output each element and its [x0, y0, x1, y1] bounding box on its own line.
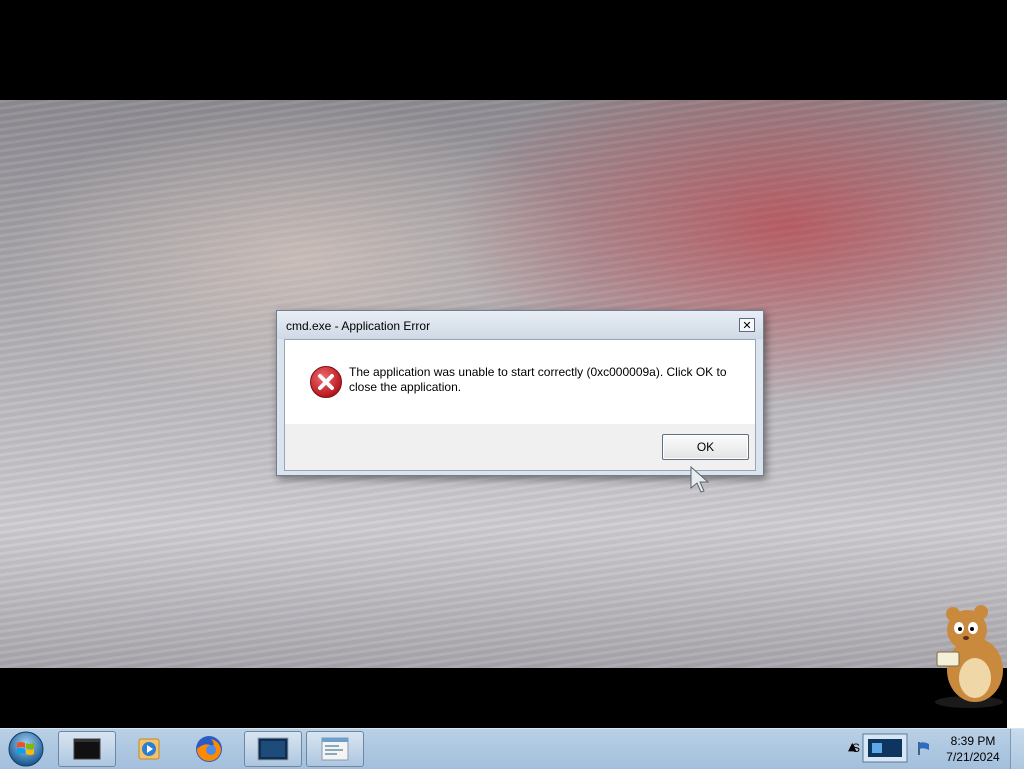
desktop-mascot-icon [935, 605, 1003, 708]
start-button[interactable] [5, 729, 47, 769]
mouse-cursor-icon [690, 466, 710, 493]
right-margin [1007, 0, 1024, 728]
error-icon [310, 366, 342, 398]
ok-button[interactable]: OK [662, 434, 749, 460]
dialog-client: The application was unable to start corr… [284, 339, 756, 471]
dialog-titlebar[interactable]: cmd.exe - Application Error ✕ [277, 311, 763, 339]
taskbar-button-monitor[interactable] [244, 731, 302, 767]
dialog-title: cmd.exe - Application Error [286, 319, 431, 333]
dialog-content: The application was unable to start corr… [285, 340, 755, 424]
taskbar-button-media-player[interactable] [120, 731, 178, 767]
taskbar-button-terminal[interactable] [58, 731, 116, 767]
terminal-window-icon [73, 738, 101, 760]
system-tray: ▲ S [842, 729, 942, 769]
tray-label: S [852, 741, 861, 755]
close-button[interactable]: ✕ [739, 318, 755, 332]
media-player-icon [138, 738, 160, 760]
monitor-window-icon [257, 737, 289, 761]
windows-logo-icon [8, 731, 44, 767]
document-window-icon [321, 737, 349, 761]
taskbar-clock[interactable]: 8:39 PM 7/21/2024 [940, 733, 1006, 767]
taskbar: ▲ S 8:39 PM 7/21/2024 [0, 728, 1024, 769]
clock-date: 7/21/2024 [946, 750, 1000, 764]
error-dialog: cmd.exe - Application Error ✕ The applic… [276, 310, 764, 476]
taskbar-button-firefox[interactable] [180, 731, 238, 767]
firefox-icon [196, 736, 222, 762]
show-desktop-button[interactable] [1010, 729, 1024, 769]
close-icon: ✕ [742, 318, 752, 332]
error-message: The application was unable to start corr… [349, 365, 727, 394]
network-icon[interactable] [862, 733, 908, 763]
clock-time: 8:39 PM [950, 734, 996, 748]
action-center-icon[interactable] [916, 740, 932, 756]
taskbar-button-document[interactable] [306, 731, 364, 767]
